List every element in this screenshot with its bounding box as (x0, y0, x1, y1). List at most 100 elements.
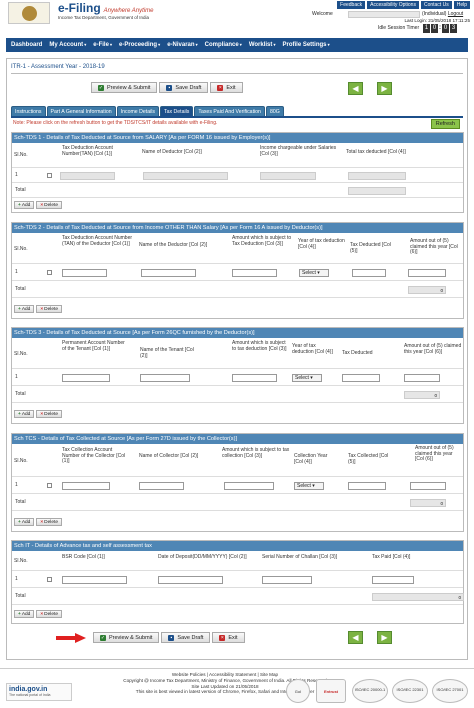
tax-paid-field[interactable] (372, 576, 414, 584)
challan-number-field[interactable] (262, 576, 312, 584)
brand-subtitle: Income Tax Department, Government of Ind… (58, 15, 149, 20)
add-row-button[interactable]: + Add (14, 518, 35, 526)
total-label: Total (15, 593, 26, 599)
table-header: Sl.No. Tax Deduction Account Number (TAN… (12, 234, 463, 264)
total-field: 0 (408, 286, 446, 294)
nav-efile[interactable]: e-File (93, 42, 112, 48)
iso-22301-badge: ISO/IEC 22301 (392, 679, 428, 703)
help-link[interactable]: Help (453, 1, 470, 9)
save-draft-button[interactable]: ▪ Save Draft (159, 82, 209, 93)
delete-icon: × (40, 202, 44, 208)
nav-profile-settings[interactable]: Profile Settings (283, 42, 330, 48)
delete-row-button[interactable]: × Delete (36, 610, 63, 618)
salary-income-field[interactable] (260, 172, 316, 180)
delete-row-button[interactable]: × Delete (36, 201, 63, 209)
section-title: Sch-TDS 3 - Details of Tax Deducted at S… (12, 328, 463, 338)
nav-dashboard[interactable]: Dashboard (11, 42, 42, 48)
add-row-button[interactable]: + Add (14, 610, 35, 618)
amount-field[interactable] (232, 374, 277, 382)
add-row-button[interactable]: + Add (14, 410, 35, 418)
row-checkbox[interactable] (47, 270, 52, 275)
tax-deducted-field[interactable] (348, 172, 406, 180)
feedback-link[interactable]: Feedback (337, 1, 366, 9)
row-checkbox[interactable] (47, 577, 52, 582)
section-title: Sch TCS - Details of Tax Collected at So… (12, 434, 463, 444)
amount-claimed-field[interactable] (410, 482, 446, 490)
next-arrow-icon[interactable]: ▶ (377, 82, 392, 95)
contact-link[interactable]: Contact Us (420, 1, 452, 9)
total-row: Total 0 (12, 589, 464, 605)
refresh-button[interactable]: Refresh (430, 119, 460, 129)
previous-arrow-icon[interactable]: ◀ (348, 82, 363, 95)
delete-row-button[interactable]: × Delete (36, 410, 63, 418)
tax-deducted-field[interactable] (352, 269, 386, 277)
table-row: 1 (12, 169, 463, 183)
table-row: 1 Select ▾ (12, 478, 463, 494)
emblem-logo (8, 2, 50, 24)
exit-button[interactable]: × Exit (210, 82, 243, 93)
next-arrow-icon[interactable]: ▶ (377, 631, 392, 644)
nav-compliance[interactable]: Compliance (205, 42, 242, 48)
amount-claimed-field[interactable] (404, 374, 440, 382)
row-number: 1 (15, 374, 18, 380)
section-tcs: Sch TCS - Details of Tax Collected at So… (11, 433, 464, 532)
preview-submit-button[interactable]: ✓ Preview & Submit (91, 82, 158, 93)
col-header: Serial Number of Challan [Col (3)] (262, 554, 338, 560)
year-select[interactable]: Select ▾ (299, 269, 329, 277)
tan-field[interactable] (62, 482, 110, 490)
delete-row-button[interactable]: × Delete (36, 518, 63, 526)
amount-field[interactable] (224, 482, 274, 490)
plus-icon: + (18, 411, 21, 417)
deductor-name-field[interactable] (141, 269, 196, 277)
col-header: Income chargeable under Salaries [Col (3… (260, 145, 337, 157)
nav-eproceeding[interactable]: e-Proceeding (119, 42, 160, 48)
nav-enivaran[interactable]: e-Nivaran (167, 42, 197, 48)
col-header: Year of tax deduction [Col (4)] (298, 238, 345, 250)
bottom-action-bar: ✓ Preview & Submit ▪ Save Draft × Exit (93, 632, 245, 643)
nav-my-account[interactable]: My Account (49, 42, 86, 48)
col-header: Amount which is subject to Tax Deduction… (232, 235, 292, 247)
red-arrow-icon (56, 633, 86, 643)
india-gov-logo[interactable]: india.gov.in The national portal of India (6, 683, 72, 701)
add-row-button[interactable]: + Add (14, 305, 35, 313)
add-row-button[interactable]: + Add (14, 201, 35, 209)
row-checkbox[interactable] (47, 483, 52, 488)
total-row: Total 0 (12, 282, 463, 298)
table-header: Sl.No. Permanent Account Number of the T… (12, 339, 463, 369)
nav-worklist[interactable]: Worklist (249, 42, 276, 48)
delete-icon: × (40, 411, 44, 417)
col-header: Sl.No. (14, 558, 28, 564)
previous-arrow-icon[interactable]: ◀ (348, 631, 363, 644)
divider (11, 73, 463, 74)
delete-row-button[interactable]: × Delete (36, 305, 63, 313)
row-checkbox[interactable] (47, 173, 52, 178)
col-header: Amount out of (5) claimed this year [Col… (404, 343, 462, 355)
bsr-code-field[interactable] (62, 576, 127, 584)
tan-field[interactable] (62, 269, 107, 277)
tax-deducted-field[interactable] (342, 374, 380, 382)
save-draft-button[interactable]: ▪ Save Draft (161, 632, 211, 643)
collector-name-field[interactable] (139, 482, 184, 490)
row-actions: + Add × Delete (14, 305, 63, 313)
deposit-date-field[interactable] (158, 576, 223, 584)
logout-link[interactable]: Logout (448, 11, 463, 17)
preview-submit-button[interactable]: ✓ Preview & Submit (93, 632, 160, 643)
tenant-name-field[interactable] (140, 374, 190, 382)
year-select[interactable]: Select ▾ (294, 482, 324, 490)
row-number: 1 (15, 482, 18, 488)
total-label: Total (15, 286, 26, 292)
tan-field[interactable] (60, 172, 115, 180)
year-select[interactable]: Select ▾ (292, 374, 322, 382)
row-actions: + Add × Delete (14, 610, 63, 618)
tax-collected-field[interactable] (348, 482, 386, 490)
amount-claimed-field[interactable] (408, 269, 446, 277)
col-header: Name of Collector [Col (2)] (139, 453, 199, 459)
col-header: Name of the Deductor [Col (2)] (139, 242, 208, 248)
exit-button[interactable]: × Exit (212, 632, 245, 643)
accessibility-link[interactable]: Accessibility Options (367, 1, 419, 9)
deductor-name-field[interactable] (143, 172, 228, 180)
tenant-pan-field[interactable] (62, 374, 110, 382)
col-header: Tax Collection Account Number of the Col… (62, 447, 126, 465)
amount-field[interactable] (232, 269, 277, 277)
col-header: Amount which is subject to tax collectio… (222, 447, 290, 459)
